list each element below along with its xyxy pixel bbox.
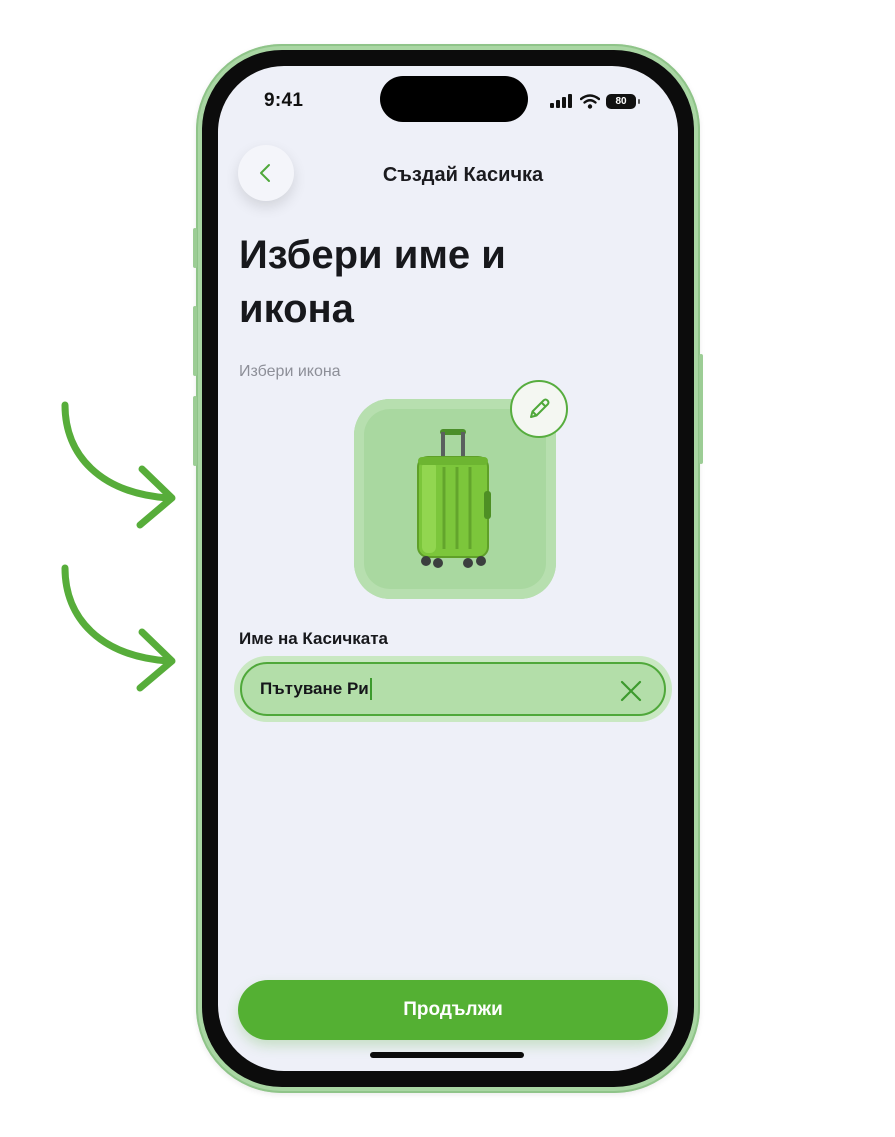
home-indicator [370, 1052, 524, 1058]
volume-up-button [193, 306, 197, 376]
annotation-arrow-icon [61, 401, 176, 529]
annotation-arrow-icon [61, 564, 176, 692]
close-icon[interactable] [618, 678, 644, 704]
status-time: 9:41 [264, 90, 304, 111]
name-input-value: Пътуване Ри [260, 679, 369, 698]
action-button [193, 228, 197, 268]
phone-frame: 9:41 80 Създай Касичка Избери име и икон… [193, 44, 703, 1093]
name-field-label: Име на Касичката [239, 629, 388, 648]
volume-down-button [193, 396, 197, 466]
battery-icon: 80 [606, 93, 636, 109]
icon-section-label: Избери икона [239, 363, 341, 380]
battery-cap [638, 98, 640, 104]
continue-button[interactable]: Продължи [238, 980, 668, 1040]
pencil-icon [530, 398, 550, 418]
edit-icon-button[interactable] [510, 380, 568, 438]
page-title: Създай Касичка [382, 164, 544, 186]
app-screen: 9:41 80 Създай Касичка Избери име и икон… [218, 66, 678, 1071]
phone-bezel: 9:41 80 Създай Касичка Избери име и икон… [202, 50, 694, 1087]
battery-level: 80 [615, 95, 627, 107]
wifi-icon [580, 93, 600, 109]
screen-heading: Избери име и икона [239, 233, 506, 331]
status-icons: 80 [550, 93, 640, 109]
text-caret [369, 678, 372, 700]
dynamic-island [380, 76, 528, 122]
name-input[interactable]: Пътуване Ри [240, 662, 666, 716]
power-button [699, 354, 703, 464]
signal-icon [550, 94, 572, 108]
name-field-focus-ring: Пътуване Ри [234, 656, 672, 722]
